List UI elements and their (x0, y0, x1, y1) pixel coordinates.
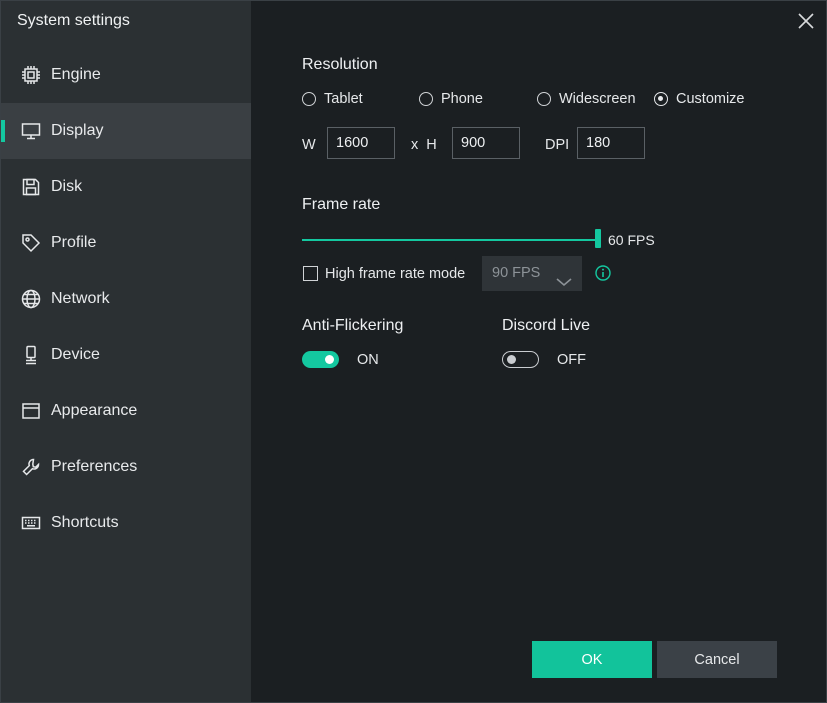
floppy-disk-icon (20, 176, 42, 198)
cpu-chip-icon (20, 64, 42, 86)
toggle-knob (507, 354, 516, 364)
sidebar-item-label: Profile (51, 234, 97, 251)
high-frame-rate-checkbox[interactable] (303, 266, 318, 281)
window-icon (20, 400, 42, 422)
ok-button[interactable]: OK (532, 641, 652, 678)
radio-widescreen[interactable]: Widescreen (537, 91, 636, 107)
radio-circle (302, 92, 316, 106)
dpi-input[interactable]: 180 (577, 127, 645, 159)
tag-icon (20, 232, 42, 254)
radio-label: Tablet (324, 91, 363, 107)
radio-tablet[interactable]: Tablet (302, 91, 363, 107)
device-icon (20, 344, 42, 366)
globe-icon (20, 288, 42, 310)
sidebar-item-device[interactable]: Device (1, 327, 251, 383)
sidebar: System settings Engine Display Disk Prof… (1, 1, 251, 702)
height-input[interactable]: 900 (452, 127, 520, 159)
discord-live-state: OFF (557, 352, 586, 368)
radio-circle (419, 92, 433, 106)
chevron-down-icon (556, 267, 572, 287)
sidebar-item-label: Appearance (51, 402, 138, 419)
radio-label: Widescreen (559, 91, 636, 107)
high-frame-rate-select[interactable]: 90 FPS (482, 256, 582, 291)
dpi-label: DPI (545, 137, 570, 153)
sidebar-item-shortcuts[interactable]: Shortcuts (1, 495, 251, 551)
high-frame-rate-label: High frame rate mode (325, 266, 466, 282)
keyboard-icon (20, 512, 42, 534)
display-settings-panel: Resolution Tablet Phone Widescreen Custo… (252, 1, 827, 702)
radio-phone[interactable]: Phone (419, 91, 483, 107)
sidebar-item-label: Disk (51, 178, 83, 195)
frame-rate-slider-track[interactable] (302, 239, 598, 241)
sidebar-item-label: Network (51, 290, 110, 307)
anti-flickering-title: Anti-Flickering (302, 317, 404, 334)
radio-label: Customize (676, 91, 745, 107)
settings-window: System settings Engine Display Disk Prof… (0, 0, 827, 703)
resolution-title: Resolution (302, 56, 378, 73)
select-value: 90 FPS (492, 265, 541, 281)
radio-label: Phone (441, 91, 483, 107)
sidebar-item-label: Shortcuts (51, 514, 119, 531)
sidebar-item-label: Device (51, 346, 100, 363)
width-label: W (302, 137, 316, 153)
frame-rate-value: 60 FPS (608, 232, 655, 248)
wrench-icon (20, 456, 42, 478)
radio-customize[interactable]: Customize (654, 91, 745, 107)
sidebar-item-network[interactable]: Network (1, 271, 251, 327)
discord-live-toggle[interactable] (502, 351, 539, 368)
sidebar-item-engine[interactable]: Engine (1, 47, 251, 103)
sidebar-item-label: Engine (51, 66, 101, 83)
frame-rate-slider-handle[interactable] (595, 229, 601, 248)
discord-live-title: Discord Live (502, 317, 591, 334)
sidebar-item-display[interactable]: Display (1, 103, 251, 159)
sidebar-item-appearance[interactable]: Appearance (1, 383, 251, 439)
width-input[interactable]: 1600 (327, 127, 395, 159)
sidebar-nav: Engine Display Disk Profile Network Devi… (1, 47, 251, 551)
sidebar-item-preferences[interactable]: Preferences (1, 439, 251, 495)
anti-flickering-state: ON (357, 352, 379, 368)
sidebar-item-profile[interactable]: Profile (1, 215, 251, 271)
monitor-icon (20, 120, 42, 142)
toggle-knob (325, 355, 334, 364)
info-icon[interactable] (595, 265, 611, 281)
radio-circle (537, 92, 551, 106)
radio-circle (654, 92, 668, 106)
frame-rate-title: Frame rate (302, 196, 381, 213)
sidebar-item-label: Preferences (51, 458, 138, 475)
sidebar-item-label: Display (51, 122, 104, 139)
cancel-button[interactable]: Cancel (657, 641, 777, 678)
window-title: System settings (17, 12, 130, 29)
anti-flickering-toggle[interactable] (302, 351, 339, 368)
height-label: x H (411, 137, 437, 153)
sidebar-item-disk[interactable]: Disk (1, 159, 251, 215)
